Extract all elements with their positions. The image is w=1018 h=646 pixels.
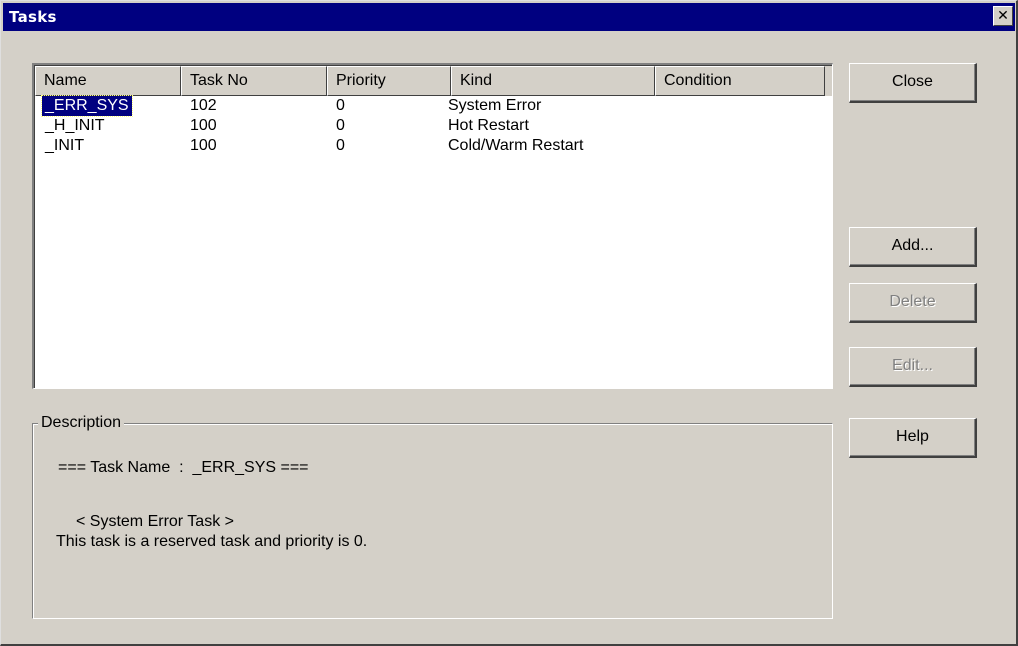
column-header-condition[interactable]: Condition xyxy=(655,66,825,96)
row-task-no: 100 xyxy=(190,117,217,134)
row-task-no: 100 xyxy=(190,137,217,154)
window-title: Tasks xyxy=(9,8,57,26)
row-priority: 0 xyxy=(336,137,345,154)
delete-button[interactable]: Delete xyxy=(849,283,977,323)
help-button[interactable]: Help xyxy=(849,418,977,458)
description-task-name: === Task Name : _ERR_SYS === xyxy=(58,459,309,476)
close-button[interactable]: Close xyxy=(849,63,977,103)
table-row[interactable]: _ERR_SYS 102 0 System Error xyxy=(35,95,832,117)
row-kind: Cold/Warm Restart xyxy=(448,137,584,154)
edit-button[interactable]: Edit... xyxy=(849,347,977,387)
tasks-dialog: Tasks ✕ Name Task No Priority Kind Condi… xyxy=(0,0,1018,646)
column-header-priority[interactable]: Priority xyxy=(327,66,451,96)
close-icon[interactable]: ✕ xyxy=(993,6,1013,26)
list-header: Name Task No Priority Kind Condition xyxy=(35,66,832,96)
title-bar[interactable]: Tasks ✕ xyxy=(3,3,1015,31)
add-button[interactable]: Add... xyxy=(849,227,977,267)
row-priority: 0 xyxy=(336,117,345,134)
column-header-name[interactable]: Name xyxy=(35,66,181,96)
row-kind: Hot Restart xyxy=(448,117,529,134)
description-label: Description xyxy=(38,412,125,434)
row-priority: 0 xyxy=(336,97,345,114)
column-header-kind[interactable]: Kind xyxy=(451,66,655,96)
task-list[interactable]: Name Task No Priority Kind Condition _ER… xyxy=(32,63,833,389)
description-task-type: < System Error Task > xyxy=(76,513,234,530)
column-header-task-no[interactable]: Task No xyxy=(181,66,327,96)
table-row[interactable]: _INIT 100 0 Cold/Warm Restart xyxy=(35,136,832,156)
description-text: This task is a reserved task and priorit… xyxy=(56,533,368,550)
list-rows: _ERR_SYS 102 0 System Error _H_INIT 100 … xyxy=(35,95,832,156)
row-name: _INIT xyxy=(45,137,85,154)
row-task-no: 102 xyxy=(190,97,217,114)
row-name: _ERR_SYS xyxy=(41,95,133,117)
row-name: _H_INIT xyxy=(45,117,105,134)
table-row[interactable]: _H_INIT 100 0 Hot Restart xyxy=(35,116,832,136)
row-kind: System Error xyxy=(448,97,542,114)
